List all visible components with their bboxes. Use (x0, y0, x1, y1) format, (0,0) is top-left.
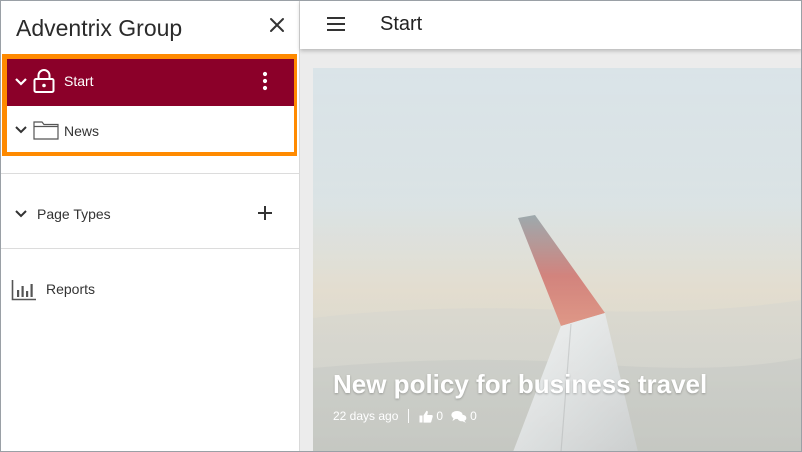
card-title[interactable]: New policy for business travel (333, 369, 707, 400)
thumbs-up-icon[interactable] (419, 410, 434, 423)
page-types-label: Page Types (37, 206, 111, 222)
news-card[interactable]: New policy for business travel 22 days a… (313, 68, 802, 452)
tree-item-start-label: Start (64, 73, 94, 89)
sidebar-title: Adventrix Group (16, 15, 183, 41)
chevron-down-icon[interactable] (14, 207, 28, 221)
card-meta: 22 days ago 0 0 (333, 408, 477, 424)
meta-divider (408, 409, 410, 423)
top-app-bar: Start (300, 0, 802, 49)
lock-icon (33, 69, 55, 93)
chevron-down-icon[interactable] (14, 123, 28, 137)
more-vertical-icon[interactable] (259, 70, 271, 92)
tree-item-news[interactable]: News (7, 106, 294, 152)
reports-label: Reports (46, 281, 96, 297)
plus-icon[interactable] (256, 204, 274, 222)
tree-item-news-label: News (64, 123, 100, 139)
tree-item-start[interactable]: Start (7, 59, 294, 106)
card-likes-count: 0 (436, 409, 444, 423)
card-time-ago: 22 days ago (333, 409, 399, 423)
card-comments-count: 0 (470, 409, 477, 423)
menu-icon[interactable] (326, 16, 346, 32)
folder-icon (33, 121, 59, 140)
close-icon[interactable] (266, 14, 288, 36)
page-types-row[interactable]: Page Types (0, 174, 299, 248)
reports-row[interactable]: Reports (0, 262, 299, 312)
divider (0, 248, 299, 249)
comments-icon[interactable] (451, 410, 467, 423)
chevron-down-icon[interactable] (14, 75, 28, 89)
page-title: Start (380, 13, 423, 35)
sidebar: Adventrix Group Start News Page Types Re… (0, 0, 300, 452)
bar-chart-icon (11, 280, 36, 301)
main-content: New policy for business travel 22 days a… (300, 49, 802, 452)
